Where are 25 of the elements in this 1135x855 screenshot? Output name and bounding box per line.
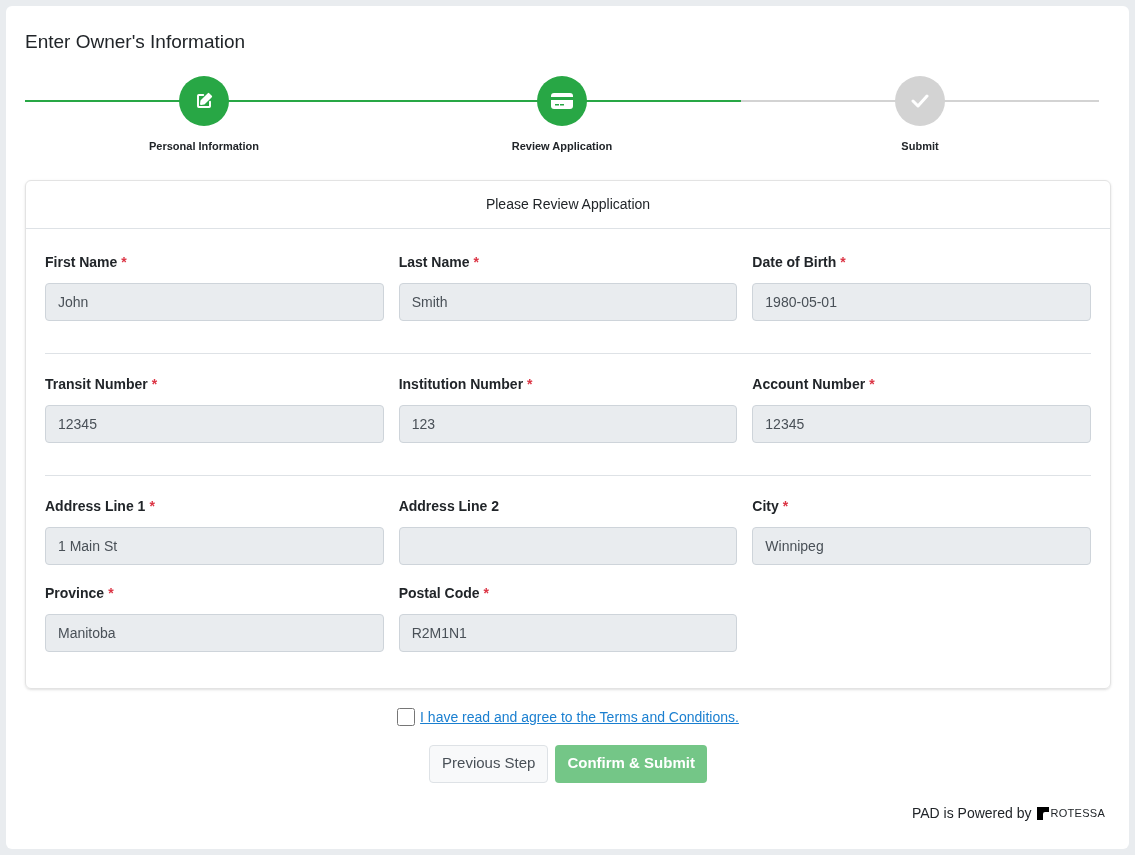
- field-label: Postal Code *: [398, 583, 489, 603]
- field-label: Province *: [45, 583, 114, 603]
- field-label: Address Line 2: [398, 496, 500, 516]
- credit-card-icon: [551, 92, 573, 110]
- field-label: Institution Number *: [398, 374, 533, 394]
- powered-by-text: PAD is Powered by: [911, 803, 1032, 823]
- step-label: Submit: [901, 139, 939, 154]
- step-label: Personal Information: [149, 139, 259, 154]
- logo-mark-icon: [1036, 806, 1049, 820]
- field-label: Address Line 1 *: [45, 496, 155, 516]
- step-label: Review Application: [511, 139, 613, 154]
- field-label: Last Name *: [398, 252, 479, 272]
- field-label: Date of Birth *: [752, 252, 846, 272]
- field-label: Account Number *: [752, 374, 875, 394]
- panel-title: Please Review Application: [485, 194, 651, 214]
- edit-icon: [195, 92, 213, 110]
- terms-link[interactable]: I have read and agree to the Terms and Conditions.: [420, 706, 739, 728]
- previous-button[interactable]: Previous Step: [429, 744, 549, 783]
- field-label: City *: [752, 496, 789, 516]
- agree-checkbox[interactable]: [397, 708, 416, 726]
- check-icon: [911, 94, 929, 108]
- field-label: First Name *: [45, 252, 127, 272]
- rotessa-logo: ROTESSA: [1036, 804, 1105, 822]
- field-label: Transit Number *: [45, 374, 158, 394]
- page-title: Enter Owner's Information: [25, 30, 247, 54]
